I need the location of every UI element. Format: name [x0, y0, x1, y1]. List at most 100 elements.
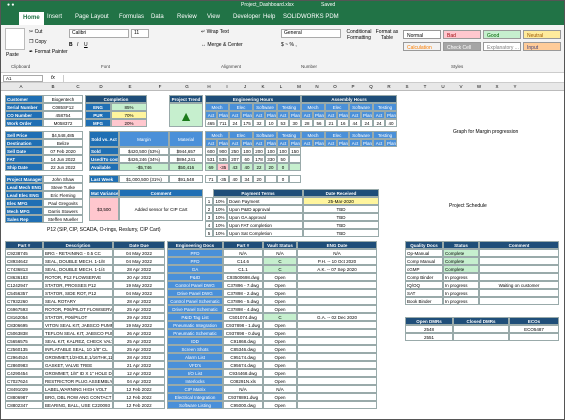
eng-docs-header[interactable]: ENG Date: [297, 241, 377, 249]
column-header[interactable]: O: [327, 84, 343, 89]
eng-hours-col[interactable]: Testing: [277, 103, 301, 111]
completion-value[interactable]: 85%: [111, 103, 147, 111]
eng-doc-date[interactable]: [297, 281, 377, 289]
payment-date[interactable]: TBD: [303, 205, 379, 213]
team-member[interactable]: Paul Gregovits: [43, 199, 83, 207]
money-hours-value[interactable]: 100: [265, 147, 277, 155]
money-hours-value[interactable]: 60: [241, 155, 253, 163]
margin-value[interactable]: $420,500 (53%): [119, 147, 169, 155]
part-date-due[interactable]: 29 Apr 2022: [113, 313, 165, 321]
part-description[interactable]: GROMMET, 1/8" ID X 1" HOLE DIA: [43, 369, 113, 377]
quality-status[interactable]: In progress: [443, 281, 479, 289]
part-number[interactable]: C6967593: [5, 305, 43, 313]
eng-doc-date[interactable]: P.H. -- 10 Oct 2020: [297, 257, 377, 265]
part-date-due[interactable]: 28 Apr 2022: [113, 265, 165, 273]
money-hours-value[interactable]: 0: [277, 175, 289, 183]
quality-header[interactable]: Comment: [479, 241, 559, 249]
customer-value[interactable]: 458754: [43, 111, 83, 119]
currency-button[interactable]: $ ~ % ,: [281, 42, 297, 48]
payment-desc[interactable]: Upon Sat Completion: [227, 229, 303, 237]
quality-comment[interactable]: [479, 265, 559, 273]
eng-doc-date[interactable]: [297, 305, 377, 313]
sell-value[interactable]: 22 Jun 2022: [43, 163, 83, 171]
eng-doc-name[interactable]: PFD: [167, 249, 223, 257]
quality-status[interactable]: In progress: [443, 289, 479, 297]
part-date-due[interactable]: 20 Apr 2022: [113, 273, 165, 281]
completion-label[interactable]: PUR: [85, 111, 111, 119]
dmr-header[interactable]: Closed DMRs: [453, 317, 509, 325]
column-header[interactable]: Q: [363, 84, 379, 89]
part-number[interactable]: C5456357: [5, 289, 43, 297]
eng-hours-sub[interactable]: Act: [253, 139, 265, 147]
eng-hours-sub[interactable]: Act: [253, 111, 265, 119]
paste-icon[interactable]: [5, 28, 25, 50]
payment-desc[interactable]: Upon FAT completion: [227, 221, 303, 229]
asm-hours-col[interactable]: Mech: [301, 131, 325, 139]
eng-hours-value[interactable]: 711: [217, 119, 229, 127]
eng-doc-name[interactable]: Drive Panel Schematic: [167, 305, 223, 313]
eng-doc-date[interactable]: [297, 289, 377, 297]
eng-doc-name[interactable]: PFD: [167, 257, 223, 265]
money-hours-value[interactable]: 0: [277, 163, 289, 171]
money-hours-value[interactable]: [265, 175, 277, 183]
payment-desc[interactable]: Upon GA approval: [227, 213, 303, 221]
payment-date[interactable]: TBD: [303, 213, 379, 221]
money-hours-value[interactable]: 71: [205, 175, 217, 183]
dmr-header[interactable]: ECOs: [509, 317, 559, 325]
payment-date[interactable]: 25-Mar-2020: [303, 197, 379, 205]
quality-doc[interactable]: Book Binder: [405, 297, 443, 305]
column-header[interactable]: G: [175, 84, 199, 89]
project-trend-label[interactable]: Project Trend: [169, 95, 203, 103]
team-role[interactable]: Elec MFG: [5, 199, 43, 207]
paste-button[interactable]: Paste: [6, 52, 19, 58]
eng-doc-status[interactable]: N/A: [263, 249, 297, 257]
part-number[interactable]: C4290454: [5, 369, 43, 377]
completion-value[interactable]: 70%: [111, 111, 147, 119]
money-hours-value[interactable]: 250: [229, 147, 241, 155]
eng-doc-status[interactable]: Open: [263, 297, 297, 305]
money-hours-value[interactable]: 20: [253, 175, 265, 183]
style-bad[interactable]: Bad: [443, 30, 481, 39]
sell-label[interactable]: Sell Date: [5, 147, 43, 155]
eng-hours-col[interactable]: Mech: [205, 131, 229, 139]
part-description[interactable]: STATOR, SIDE ROT, P12: [43, 289, 113, 297]
bold-button[interactable]: B: [69, 42, 73, 48]
customer-label[interactable]: Serial Number: [5, 103, 43, 111]
eng-doc-date[interactable]: [297, 393, 377, 401]
part-description[interactable]: ROTOR, P06/PILOT FLOWSERVE: [43, 305, 113, 313]
asm-hours-value[interactable]: 24: [373, 119, 385, 127]
part-number[interactable]: C2560135: [5, 345, 43, 353]
eng-doc-part[interactable]: C934468.dwg: [223, 369, 263, 377]
asm-hours-sub[interactable]: Act: [349, 111, 361, 119]
margin-value[interactable]: -$5,746: [119, 163, 169, 171]
part-number[interactable]: C8306695: [5, 321, 43, 329]
asm-hours-sub[interactable]: Act: [301, 111, 313, 119]
eco[interactable]: [509, 333, 559, 341]
part-date-due[interactable]: 04 May 2022: [113, 289, 165, 297]
tab-insert[interactable]: Insert: [47, 14, 62, 20]
eng-doc-date[interactable]: [297, 369, 377, 377]
eng-hours-sub[interactable]: Plan: [265, 139, 277, 147]
part-date-due[interactable]: 19 May 2022: [113, 281, 165, 289]
autosave-icon[interactable]: ● ●: [7, 2, 14, 8]
open-dmr[interactable]: 2551: [405, 333, 453, 341]
column-header[interactable]: F: [145, 84, 175, 89]
asm-hours-col[interactable]: Elec: [325, 131, 349, 139]
eng-docs-header[interactable]: Part #: [223, 241, 263, 249]
money-hours-value[interactable]: 43: [229, 163, 241, 171]
part-number[interactable]: C8806987: [5, 393, 43, 401]
closed-dmr[interactable]: [453, 333, 509, 341]
money-hours-value[interactable]: 150: [289, 147, 301, 155]
part-date-due[interactable]: 25 Apr 2022: [113, 337, 165, 345]
eng-hours-sub[interactable]: Act: [205, 111, 217, 119]
quality-header[interactable]: Quality Docs: [405, 241, 443, 249]
eng-doc-status[interactable]: Open: [263, 369, 297, 377]
eng-doc-name[interactable]: IDD: [167, 337, 223, 345]
style-calculation[interactable]: Calculation: [403, 42, 441, 51]
eng-doc-date[interactable]: G.A. -- 02 Dec 2020: [297, 313, 377, 321]
team-role[interactable]: Sales Rep: [5, 215, 43, 223]
payment-percent[interactable]: 10%: [213, 197, 227, 205]
part-number[interactable]: C7932260: [5, 297, 43, 305]
customer-value[interactable]: C085SF12: [43, 103, 83, 111]
sell-label[interactable]: Ship Date: [5, 163, 43, 171]
